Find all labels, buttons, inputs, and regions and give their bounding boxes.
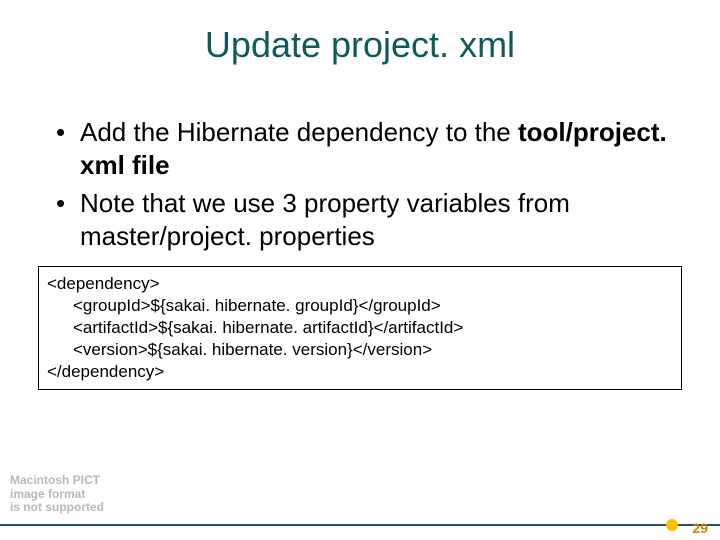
slide-title: Update project. xml [0, 0, 720, 82]
code-box: <dependency> <groupId>${sakai. hibernate… [38, 266, 682, 390]
image-placeholder: Macintosh PICT image format is not suppo… [10, 474, 104, 514]
slide-body: Add the Hibernate dependency to the tool… [0, 82, 720, 252]
placeholder-line: image format [10, 488, 104, 501]
code-line: <dependency> [47, 273, 673, 295]
bullet-item: Add the Hibernate dependency to the tool… [52, 116, 668, 181]
bullet-text: Add the Hibernate dependency to the [80, 117, 518, 147]
code-line: </dependency> [47, 361, 673, 383]
placeholder-line: Macintosh PICT [10, 474, 104, 487]
bullet-item: Note that we use 3 property variables fr… [52, 187, 668, 252]
footer-divider [0, 524, 720, 526]
page-number: 29 [692, 520, 708, 536]
code-line: <version>${sakai. hibernate. version}</v… [47, 339, 673, 361]
bullet-list: Add the Hibernate dependency to the tool… [52, 116, 668, 252]
footer-dot-icon [666, 519, 678, 531]
slide: Update project. xml Add the Hibernate de… [0, 0, 720, 540]
code-line: <artifactId>${sakai. hibernate. artifact… [47, 317, 673, 339]
placeholder-line: is not supported [10, 501, 104, 514]
bullet-text: Note that we use 3 property variables fr… [80, 188, 570, 251]
code-line: <groupId>${sakai. hibernate. groupId}</g… [47, 295, 673, 317]
